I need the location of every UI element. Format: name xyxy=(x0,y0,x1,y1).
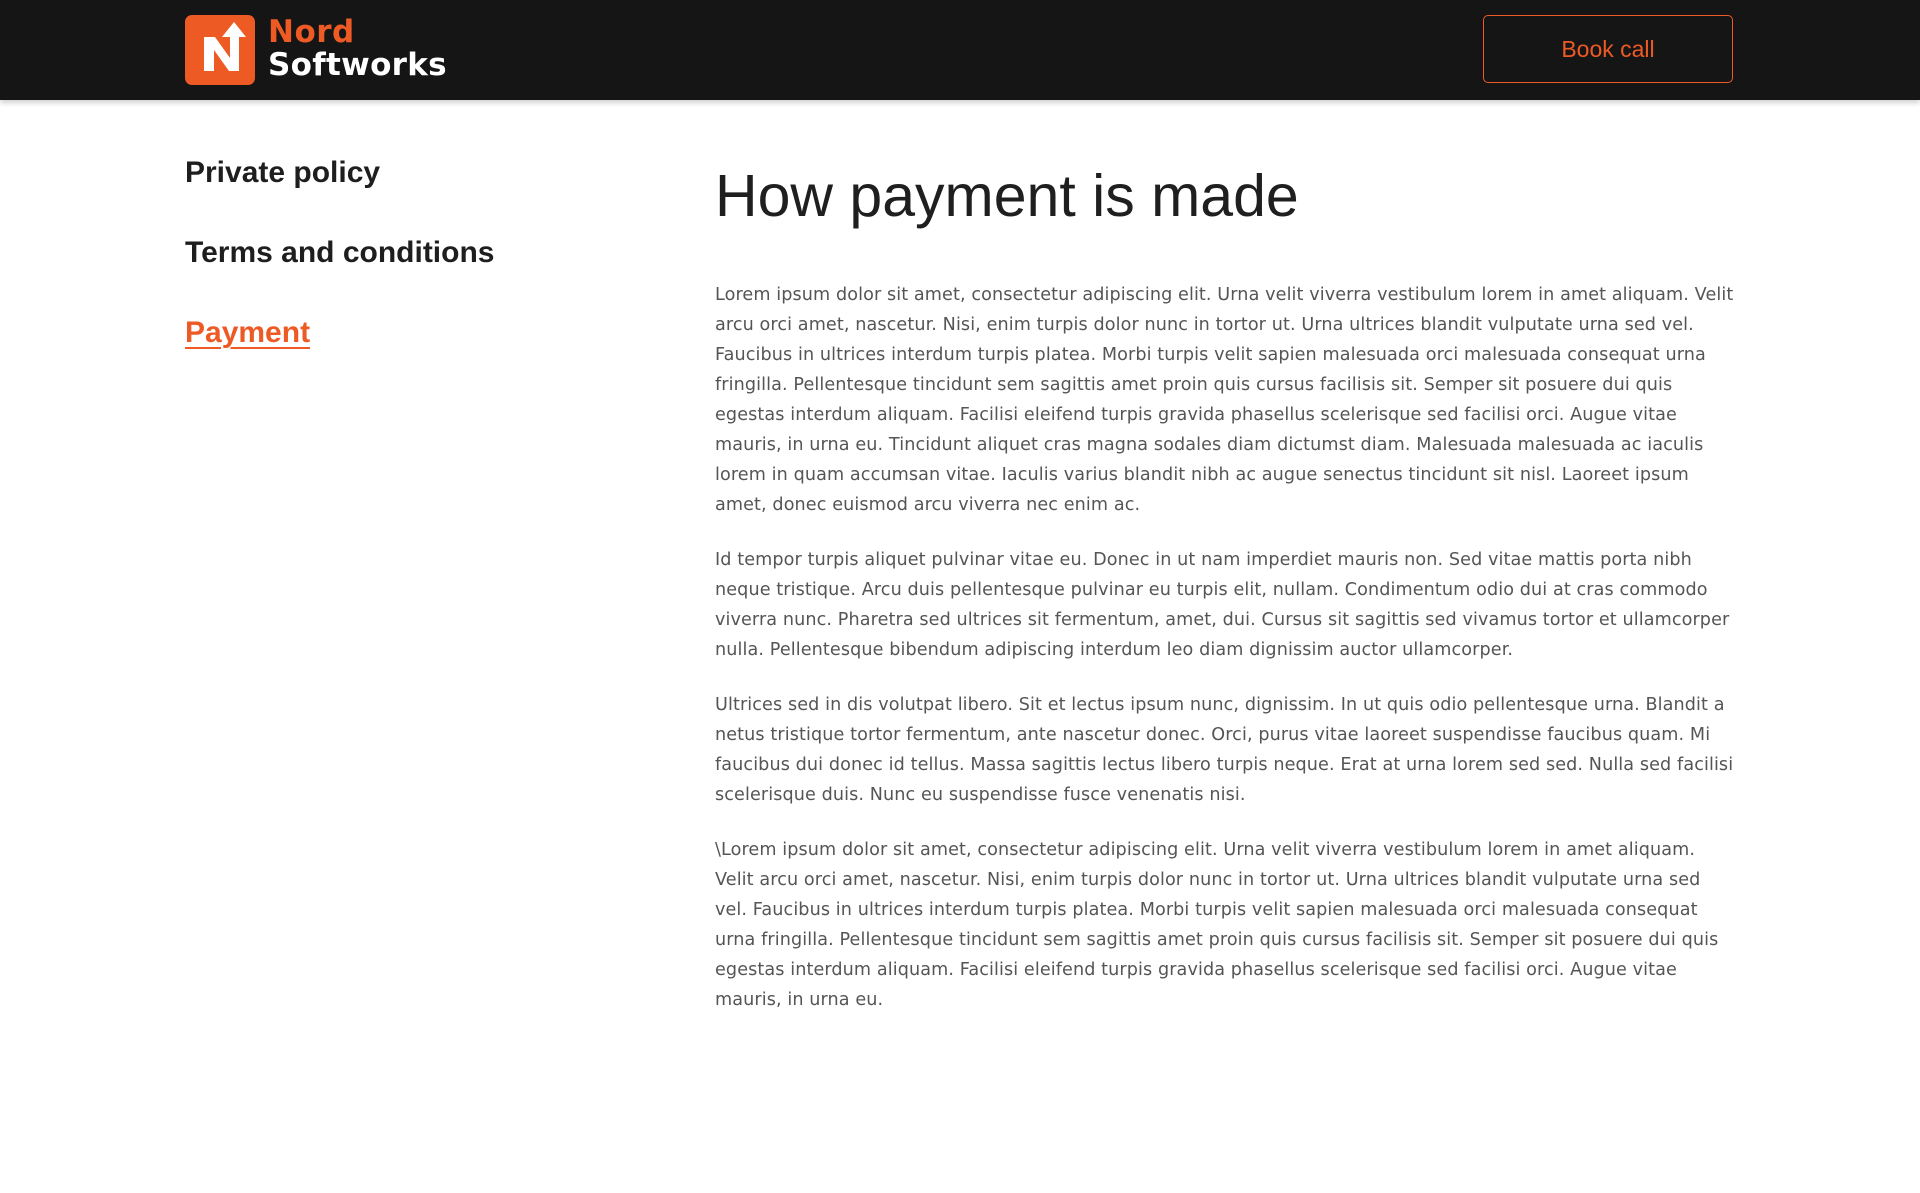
brand-logo-link[interactable]: Nord Softworks xyxy=(185,15,447,85)
sidebar-item-payment[interactable]: Payment xyxy=(185,315,625,351)
main-content: How payment is made Lorem ipsum dolor si… xyxy=(715,158,1735,1040)
book-call-button[interactable]: Book call xyxy=(1483,15,1733,83)
paragraph: Lorem ipsum dolor sit amet, consectetur … xyxy=(715,285,1734,515)
article-body: Lorem ipsum dolor sit amet, consectetur … xyxy=(715,280,1735,1015)
sidebar-item-terms-and-conditions[interactable]: Terms and conditions xyxy=(185,235,625,271)
nord-arrow-logo-icon xyxy=(185,15,255,85)
sidebar-item-private-policy[interactable]: Private policy xyxy=(185,155,625,191)
brand-wordmark: Nord Softworks xyxy=(268,17,447,83)
page-title: How payment is made xyxy=(715,163,1299,229)
brand-name-line2: Softworks xyxy=(268,47,447,83)
brand-name-line1: Nord xyxy=(268,14,355,50)
paragraph: \Lorem ipsum dolor sit amet, consectetur… xyxy=(715,840,1719,1010)
policy-sidebar-nav: Private policy Terms and conditions Paym… xyxy=(185,155,625,395)
paragraph: Id tempor turpis aliquet pulvinar vitae … xyxy=(715,550,1730,660)
top-navigation-bar: Nord Softworks Book call xyxy=(0,0,1920,100)
paragraph: Ultrices sed in dis volutpat libero. Sit… xyxy=(715,695,1734,805)
